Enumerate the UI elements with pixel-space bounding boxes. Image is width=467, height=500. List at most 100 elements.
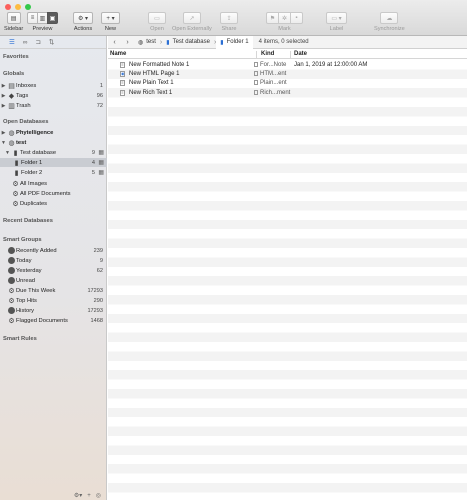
actions-button[interactable]: ⚙ ▾	[73, 12, 93, 24]
sidebar-item-unread[interactable]: Unread	[0, 276, 107, 285]
tags-tab-icon[interactable]: ⇅	[49, 38, 54, 46]
forward-arrow-icon[interactable]: ›	[121, 39, 134, 46]
disclosure-right-icon[interactable]: ▶	[0, 103, 7, 109]
navigate-tab-icon[interactable]: ☰	[9, 38, 15, 46]
sidebar-item-all-pdf-documents[interactable]: ⚙ All PDF Documents	[0, 189, 107, 198]
close-window-button[interactable]	[5, 4, 11, 10]
sidebar-item-test-database[interactable]: ▼ ▮ Test database 9 ▦	[0, 148, 107, 157]
gear-icon: ⚙	[8, 317, 15, 325]
table-row[interactable]: ≡ New Plain Text 1 Plain...ent	[108, 79, 467, 88]
preview-group: ≡ ▥ ▣ Preview	[27, 12, 58, 32]
open-externally-button[interactable]: ↗	[182, 12, 201, 24]
gear-icon: ⚙	[8, 297, 15, 305]
cell-date: Jan 1, 2019 at 12:00:00 AM	[294, 61, 368, 68]
sidebar-item-duplicates[interactable]: ⚙ Duplicates	[0, 199, 107, 208]
lock-button[interactable]: ▪	[290, 12, 303, 24]
tag-icon: ◆	[8, 92, 15, 100]
sidebar-item-trash[interactable]: ▶ ▥ Trash 72	[0, 101, 107, 110]
folder-icon: ▮	[220, 39, 224, 46]
minimize-window-button[interactable]	[15, 4, 21, 10]
window-controls	[5, 4, 31, 10]
sidebar-item-folder-2[interactable]: ▮ Folder 2 5 ▦	[0, 168, 107, 177]
disclosure-right-icon[interactable]: ▶	[0, 93, 7, 99]
column-header-name[interactable]: Name	[110, 51, 126, 57]
sidebar-item-flagged-documents[interactable]: ⚙ Flagged Documents 1468	[0, 316, 107, 325]
database-icon: ◍	[138, 39, 144, 46]
sidebar-item-test[interactable]: ▼ ◍ test	[0, 138, 107, 147]
table-row[interactable]: ≡ New Formatted Note 1 For...Note Jan 1,…	[108, 60, 467, 69]
plus-icon[interactable]: +	[87, 493, 91, 499]
back-arrow-icon[interactable]: ‹	[108, 39, 121, 46]
cloud-icon: ☁	[386, 15, 393, 22]
column-header-kind[interactable]: Kind	[261, 51, 274, 57]
share-icon: ⇪	[226, 15, 232, 22]
sidebar: ☰ ∞ ⊐ ⇅ Favorites Globals ▶ ▤ Inboxes 1 …	[0, 36, 107, 500]
sidebar-toggle-button[interactable]: ▤	[6, 12, 21, 24]
sidebar-item-history[interactable]: History 17293	[0, 306, 107, 315]
cell-name: New HTML Page 1	[129, 70, 180, 77]
disclosure-down-icon[interactable]: ▼	[0, 140, 7, 146]
sidebar-item-yesterday[interactable]: Yesterday 62	[0, 266, 107, 275]
smart-rules-header[interactable]: Smart Rules	[3, 336, 37, 342]
open-group: ▭ Open	[148, 12, 166, 32]
open-databases-header[interactable]: Open Databases	[3, 119, 48, 125]
sidebar-item-recently-added[interactable]: Recently Added 239	[0, 246, 107, 255]
sidebar-item-top-hits[interactable]: ⚙ Top Hits 290	[0, 296, 107, 305]
file-kind-icon	[254, 89, 258, 95]
sidebar-item-all-images[interactable]: ⚙ All Images	[0, 179, 107, 188]
column-divider[interactable]	[256, 51, 257, 58]
new-button[interactable]: + ▾	[101, 12, 120, 24]
globals-header[interactable]: Globals	[3, 71, 24, 77]
actions-label: Actions	[73, 26, 93, 32]
label-button[interactable]: ▭ ▾	[326, 12, 347, 24]
sidebar-item-today[interactable]: Today 9	[0, 256, 107, 265]
sidebar-icon: ▤	[10, 15, 17, 22]
sidebar-item-inboxes[interactable]: ▶ ▤ Inboxes 1	[0, 81, 107, 90]
cell-name: New Plain Text 1	[129, 80, 174, 87]
sidebar-item-folder-1[interactable]: ▮ Folder 1 4 ▦	[0, 158, 107, 167]
cell-kind: Rich...ment	[254, 89, 290, 96]
share-group: ⇪ Share	[220, 12, 238, 32]
zoom-window-button[interactable]	[25, 4, 31, 10]
disclosure-down-icon[interactable]: ▼	[4, 150, 11, 156]
tag-icon: ▭ ▾	[331, 15, 342, 22]
synchronize-group: ☁ Synchronize	[374, 12, 405, 32]
column-header-date[interactable]: Date	[294, 51, 307, 57]
share-button[interactable]: ⇪	[220, 12, 238, 24]
sidebar-item-tags[interactable]: ▶ ◆ Tags 96	[0, 91, 107, 100]
sidebar-item-phytelligence[interactable]: ▶ ◍ Phytelligence	[0, 128, 107, 137]
sidebar-label: Sidebar	[4, 26, 24, 32]
disclosure-right-icon[interactable]: ▶	[0, 83, 7, 89]
mark-group: ⚑ ✲ ▪ Mark	[266, 12, 303, 32]
glasses-tab-icon[interactable]: ∞	[23, 39, 28, 46]
view-preview-button[interactable]: ▣	[47, 12, 58, 24]
group-view-icon: ▦	[98, 150, 104, 156]
table-row[interactable]: ≡ New Rich Text 1 Rich...ment	[108, 88, 467, 97]
breadcrumb-test[interactable]: ◍ test	[134, 39, 160, 46]
gear-icon[interactable]: ⚙▾	[74, 492, 82, 499]
smart-groups-header[interactable]: Smart Groups	[3, 237, 42, 243]
synchronize-button[interactable]: ☁	[380, 12, 399, 24]
open-button[interactable]: ▭	[148, 12, 166, 24]
sidebar-item-due-this-week[interactable]: ⚙ Due This Week 17293	[0, 286, 107, 295]
sidebar-toggle-group: ▤ Sidebar	[4, 12, 23, 32]
cell-kind: Plain...ent	[254, 80, 287, 86]
open-externally-group: ↗ Open Externally	[172, 12, 212, 32]
group-view-icon: ▦	[98, 170, 104, 176]
document-list: ≡ New Formatted Note 1 For...Note Jan 1,…	[108, 60, 467, 500]
disclosure-right-icon[interactable]: ▶	[0, 130, 7, 136]
folder-icon: ▮	[14, 159, 19, 167]
table-row[interactable]: ◉ New HTML Page 1 HTM...ent	[108, 69, 467, 78]
breadcrumb-folder-1[interactable]: ▮ Folder 1	[216, 35, 253, 49]
synchronize-label: Synchronize	[374, 26, 405, 32]
import-tab-icon[interactable]: ⊐	[35, 38, 40, 46]
gear-icon: ⚙	[8, 287, 15, 295]
file-kind-icon	[254, 70, 258, 76]
view-mode-segment: ≡ ▥ ▣	[27, 12, 58, 24]
column-divider[interactable]	[290, 51, 291, 58]
favorites-header[interactable]: Favorites	[3, 54, 29, 60]
recent-databases-header[interactable]: Recent Databases	[3, 218, 53, 224]
clock-icon	[7, 267, 16, 275]
sync-status-icon[interactable]: ◎	[96, 492, 101, 499]
breadcrumb-test-database[interactable]: ▮ Test database	[162, 39, 214, 46]
